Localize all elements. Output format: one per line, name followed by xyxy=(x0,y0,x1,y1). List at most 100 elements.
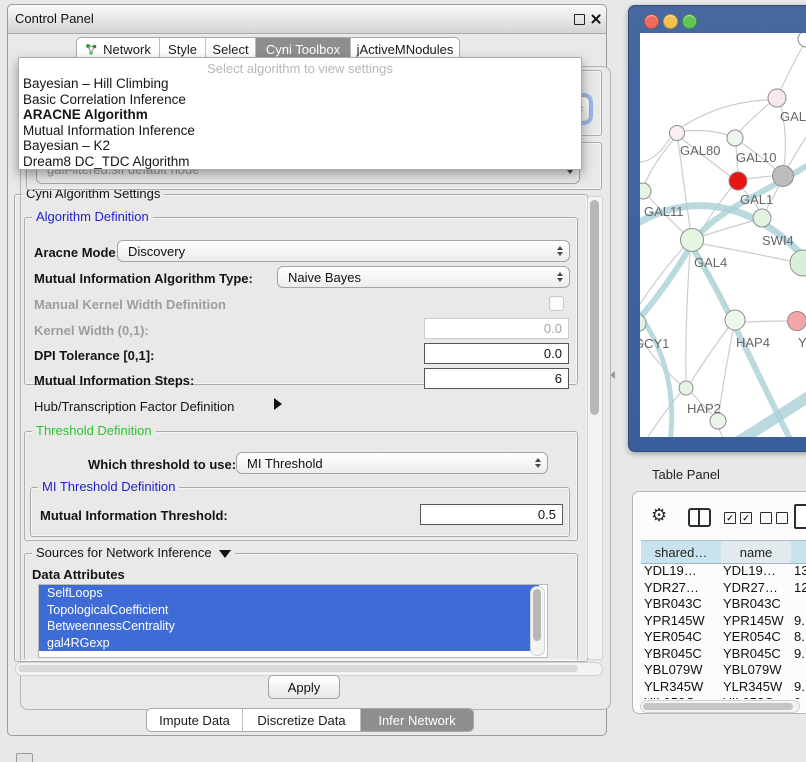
data-attributes-list[interactable]: SelfLoopsTopologicalCoefficientBetweenne… xyxy=(38,584,548,658)
attribute-item-selfloops[interactable]: SelfLoops xyxy=(39,585,539,602)
table-row[interactable]: YDR27…YDR27…12 xyxy=(641,580,806,597)
table-row[interactable]: YER054CYER054C8. xyxy=(641,629,806,646)
network-edge[interactable] xyxy=(745,321,787,322)
deselect-all-checkbox-icon[interactable] xyxy=(760,512,772,524)
network-edge[interactable] xyxy=(719,330,733,412)
table-row[interactable]: YPR145WYPR145W9. xyxy=(641,613,806,630)
network-edge[interactable] xyxy=(691,328,728,382)
kernel-width-field[interactable] xyxy=(424,318,569,339)
network-node-gcy1[interactable] xyxy=(640,314,646,332)
select-all-checkbox2-icon[interactable]: ✓ xyxy=(740,512,752,524)
network-edge[interactable] xyxy=(645,140,673,183)
panel-divider-arrow-icon[interactable] xyxy=(610,371,615,379)
column-header-col3[interactable] xyxy=(791,540,806,564)
sources-title-wrap: Sources for Network Inference xyxy=(32,545,235,560)
network-node-gal10[interactable] xyxy=(727,130,743,146)
network-node-unnamed-gray[interactable] xyxy=(773,166,794,187)
aracne-mode-combo[interactable]: Discovery xyxy=(117,240,570,262)
network-edge[interactable] xyxy=(788,131,806,167)
select-all-checkbox-icon[interactable]: ✓ xyxy=(724,512,736,524)
sources-collapse-arrow-icon[interactable] xyxy=(219,550,231,558)
column-header-shared[interactable]: shared… xyxy=(641,540,722,564)
which-threshold-combo[interactable]: MI Threshold xyxy=(236,452,548,474)
table-cell: YBR043C xyxy=(723,596,781,611)
network-graph[interactable]: GAL7GAL80GAL10GAL1GAL11SWI4GAL4GCY1HAP4Y… xyxy=(640,33,806,437)
close-light-icon[interactable] xyxy=(644,14,659,29)
table-row[interactable]: YBL079WYBL079W xyxy=(641,662,806,679)
settings-horizontal-scrollbar[interactable] xyxy=(15,662,603,676)
deselect-all-checkbox2-icon[interactable] xyxy=(776,512,788,524)
network-edge[interactable] xyxy=(719,429,724,437)
network-node-hap4[interactable] xyxy=(725,310,745,330)
table-row[interactable]: YBR045CYBR045C9. xyxy=(641,646,806,663)
table-cell: YDR27… xyxy=(644,580,699,595)
network-canvas[interactable]: GAL7GAL80GAL10GAL1GAL11SWI4GAL4GCY1HAP4Y… xyxy=(640,33,806,437)
network-edge[interactable] xyxy=(747,176,772,179)
network-node-gal7[interactable] xyxy=(768,89,786,107)
algorithm-option-basic-correlation-inference[interactable]: Basic Correlation Inference xyxy=(23,92,577,108)
mi-threshold-field[interactable] xyxy=(420,504,563,525)
which-threshold-value: MI Threshold xyxy=(247,456,323,471)
tab-label: jActiveMNodules xyxy=(357,42,454,57)
manual-kernel-checkbox[interactable] xyxy=(549,296,564,311)
network-edge[interactable] xyxy=(648,393,680,437)
float-window-icon[interactable] xyxy=(574,14,585,25)
attribute-item-betweennesscentrality[interactable]: BetweennessCentrality xyxy=(39,618,539,635)
settings-horizontal-scrollbar-thumb[interactable] xyxy=(18,665,578,672)
network-node-hap2[interactable] xyxy=(679,381,693,395)
tab-infer-network[interactable]: Infer Network xyxy=(360,709,473,731)
table-row[interactable]: YLR345WYLR345W9. xyxy=(641,679,806,696)
mi-algorithm-type-combo[interactable]: Naive Bayes xyxy=(277,266,570,288)
attributes-scrollbar[interactable] xyxy=(530,586,545,656)
zoom-light-icon[interactable] xyxy=(682,14,697,29)
node-table[interactable]: YDL19…YDL19…13YDR27…YDR27…12YBR043CYBR04… xyxy=(641,563,806,699)
network-edge[interactable] xyxy=(680,100,769,128)
network-edge[interactable] xyxy=(780,46,803,91)
table-cell: YBR045C xyxy=(644,646,702,661)
table-cell: 13 xyxy=(794,563,806,578)
hub-section-label[interactable]: Hub/Transcription Factor Definition xyxy=(34,399,234,414)
network-node-gal4[interactable] xyxy=(681,229,704,252)
table-function-icon[interactable] xyxy=(794,504,806,529)
table-horizontal-scrollbar-thumb[interactable] xyxy=(643,703,793,710)
table-cell: 9. xyxy=(794,679,805,694)
table-horizontal-scrollbar[interactable] xyxy=(640,700,800,713)
network-node-gal1[interactable] xyxy=(729,172,747,190)
settings-vertical-scrollbar[interactable] xyxy=(587,196,603,660)
settings-vertical-scrollbar-thumb[interactable] xyxy=(590,200,599,415)
mi-steps-field[interactable] xyxy=(424,368,569,389)
gear-icon[interactable]: ⚙ xyxy=(651,505,667,526)
table-cell: YBL079W xyxy=(644,662,703,677)
table-row[interactable]: YBR043CYBR043C xyxy=(641,596,806,613)
attribute-item-gal4rgexp[interactable]: gal4RGexp xyxy=(39,635,539,652)
control-panel-titlebar[interactable]: Control Panel xyxy=(8,5,606,34)
attributes-scrollbar-thumb[interactable] xyxy=(533,589,541,641)
network-edge[interactable] xyxy=(740,103,770,131)
apply-button[interactable]: Apply xyxy=(268,675,340,699)
algorithm-option-mutual-information-inference[interactable]: Mutual Information Inference xyxy=(23,123,577,139)
algorithm-option-bayesian-k2[interactable]: Bayesian – K2 xyxy=(23,138,577,154)
network-node-swi4[interactable] xyxy=(753,209,771,227)
tab-discretize-data[interactable]: Discretize Data xyxy=(242,709,360,731)
network-edge[interactable] xyxy=(684,131,727,136)
table-row[interactable]: YIL052CYIL052C9 xyxy=(641,695,806,699)
network-node-top-partial[interactable] xyxy=(798,33,806,47)
network-node-gal80[interactable] xyxy=(670,126,685,141)
table-row[interactable]: YDL19…YDL19…13 xyxy=(641,563,806,580)
network-node-big-right[interactable] xyxy=(790,250,806,276)
hub-expand-arrow-icon[interactable] xyxy=(274,398,282,410)
tab-impute-data[interactable]: Impute Data xyxy=(147,709,242,731)
column-header-name[interactable]: name xyxy=(721,540,792,564)
attribute-item-topologicalcoefficient[interactable]: TopologicalCoefficient xyxy=(39,602,539,619)
network-edge[interactable] xyxy=(686,252,690,381)
algorithm-option-aracne-algorithm[interactable]: ARACNE Algorithm xyxy=(23,107,577,123)
close-window-icon[interactable] xyxy=(590,13,602,25)
algorithm-option-bayesian-hill-climbing[interactable]: Bayesian – Hill Climbing xyxy=(23,76,577,92)
collapsed-panel-icon[interactable] xyxy=(16,753,33,762)
network-node-pink-right[interactable] xyxy=(788,312,806,331)
network-node-gal11[interactable] xyxy=(640,183,651,199)
algorithm-option-dream8-dc-tdc-algorithm[interactable]: Dream8 DC_TDC Algorithm xyxy=(23,154,577,170)
show-columns-icon[interactable] xyxy=(688,508,711,527)
dpi-tolerance-field[interactable] xyxy=(424,343,569,364)
minimize-light-icon[interactable] xyxy=(663,14,678,29)
